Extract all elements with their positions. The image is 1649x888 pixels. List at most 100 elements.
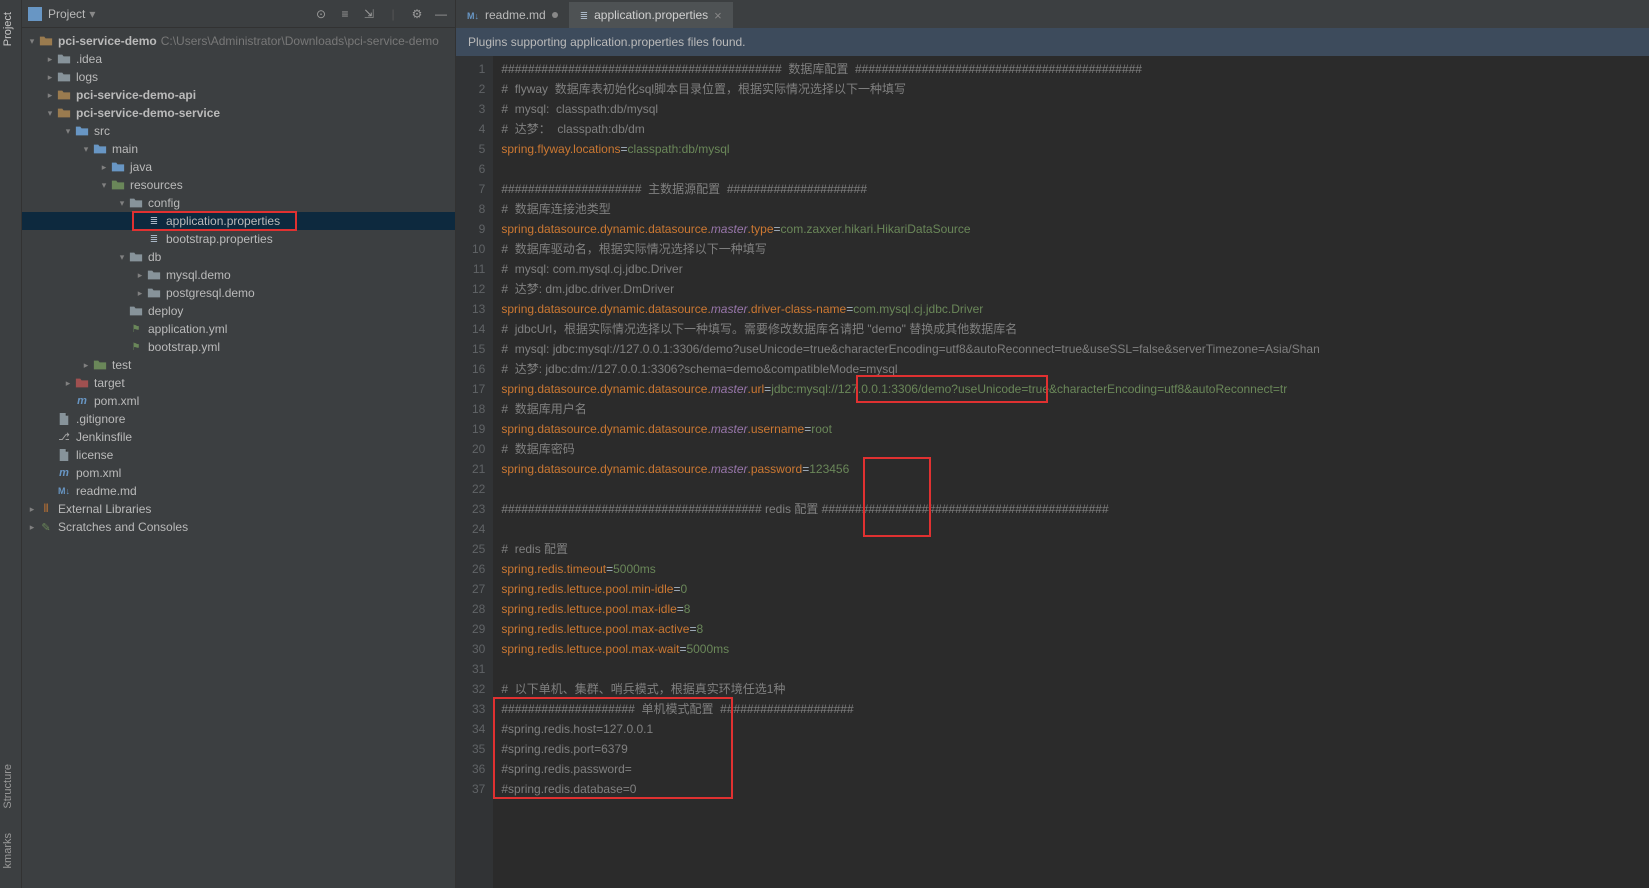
tree-item[interactable]: mpom.xml — [22, 392, 455, 410]
code-line[interactable]: ####################################### … — [501, 499, 1649, 519]
code-line[interactable] — [501, 519, 1649, 539]
code-line[interactable]: # 数据库连接池类型 — [501, 199, 1649, 219]
project-icon — [28, 7, 42, 21]
tree-item[interactable]: ⎇Jenkinsfile — [22, 428, 455, 446]
editor-tab[interactable]: ≣application.properties× — [569, 2, 733, 28]
folder-icon — [56, 52, 72, 66]
folder-icon — [128, 250, 144, 264]
scratch-icon: ✎ — [38, 520, 54, 534]
tree-item[interactable]: ⚑bootstrap.yml — [22, 338, 455, 356]
tree-item[interactable]: ▸pci-service-demo-api — [22, 86, 455, 104]
code-line[interactable] — [501, 159, 1649, 179]
tree-item[interactable]: .gitignore — [22, 410, 455, 428]
tree-item[interactable]: ▸.idea — [22, 50, 455, 68]
code-line[interactable]: spring.datasource.dynamic.datasource.mas… — [501, 419, 1649, 439]
code-line[interactable]: ##################### 主数据源配置 ###########… — [501, 179, 1649, 199]
gear-icon[interactable]: ⚙ — [409, 6, 425, 22]
code-line[interactable]: # 达梦: dm.jdbc.driver.DmDriver — [501, 279, 1649, 299]
tree-root[interactable]: ▾pci-service-demoC:\Users\Administrator\… — [22, 32, 455, 50]
project-tree[interactable]: ▾pci-service-demoC:\Users\Administrator\… — [22, 28, 455, 888]
code-line[interactable]: spring.redis.lettuce.pool.max-wait=5000m… — [501, 639, 1649, 659]
code-line[interactable]: # 数据库用户名 — [501, 399, 1649, 419]
close-icon[interactable]: × — [714, 8, 722, 23]
code-line[interactable]: # mysql: classpath:db/mysql — [501, 99, 1649, 119]
file-icon — [56, 448, 72, 462]
tree-item[interactable]: license — [22, 446, 455, 464]
tree-item[interactable]: ▸target — [22, 374, 455, 392]
code-line[interactable]: # jdbcUrl，根据实际情况选择以下一种填写。需要修改数据库名请把 "dem… — [501, 319, 1649, 339]
tree-item[interactable]: ≣bootstrap.properties — [22, 230, 455, 248]
tree-item[interactable]: ▸test — [22, 356, 455, 374]
code-line[interactable]: # mysql: com.mysql.cj.jdbc.Driver — [501, 259, 1649, 279]
tree-item[interactable]: ▾resources — [22, 176, 455, 194]
rail-tab-bookmarks[interactable]: kmarks — [0, 825, 21, 876]
folder-blue-icon — [74, 124, 90, 138]
tree-item[interactable]: ▾src — [22, 122, 455, 140]
props-icon: ≣ — [146, 214, 162, 228]
code-line[interactable]: #spring.redis.database=0 — [501, 779, 1649, 799]
tree-item[interactable]: ≣application.properties — [22, 212, 455, 230]
tree-item[interactable]: ▾main — [22, 140, 455, 158]
tree-item[interactable]: ▾db — [22, 248, 455, 266]
collapse-all-icon[interactable]: ⇲ — [361, 6, 377, 22]
code-line[interactable]: spring.datasource.dynamic.datasource.mas… — [501, 379, 1649, 399]
tree-item[interactable]: M↓readme.md — [22, 482, 455, 500]
code-line[interactable]: # redis 配置 — [501, 539, 1649, 559]
rail-tab-project[interactable]: Project — [0, 4, 16, 54]
code-lines[interactable]: ########################################… — [493, 56, 1649, 888]
tree-item[interactable]: ⚑application.yml — [22, 320, 455, 338]
code-line[interactable]: #spring.redis.port=6379 — [501, 739, 1649, 759]
code-line[interactable]: # 达梦： classpath:db/dm — [501, 119, 1649, 139]
mvn-icon: m — [56, 466, 72, 480]
code-line[interactable]: spring.redis.lettuce.pool.max-active=8 — [501, 619, 1649, 639]
editor-tab[interactable]: M↓readme.md — [456, 2, 569, 28]
code-line[interactable] — [501, 659, 1649, 679]
code-line[interactable]: # 数据库密码 — [501, 439, 1649, 459]
folder-res-icon — [92, 358, 108, 372]
folder-exc-icon — [74, 376, 90, 390]
tree-item[interactable]: ▸logs — [22, 68, 455, 86]
md-icon: M↓ — [56, 484, 72, 498]
code-line[interactable]: # flyway 数据库表初始化sql脚本目录位置，根据实际情况选择以下一种填写 — [501, 79, 1649, 99]
locate-icon[interactable]: ⊙ — [313, 6, 329, 22]
plugin-banner[interactable]: Plugins supporting application.propertie… — [456, 28, 1649, 56]
tree-item[interactable]: ▸postgresql.demo — [22, 284, 455, 302]
project-title: Project — [48, 7, 85, 21]
code-line[interactable]: # mysql: jdbc:mysql://127.0.0.1:3306/dem… — [501, 339, 1649, 359]
rail-tab-structure[interactable]: Structure — [0, 756, 21, 817]
tree-item[interactable]: mpom.xml — [22, 464, 455, 482]
code-line[interactable]: spring.redis.lettuce.pool.min-idle=0 — [501, 579, 1649, 599]
chevron-down-icon[interactable]: ▾ — [89, 7, 95, 21]
folder-full-icon — [56, 88, 72, 102]
code-line[interactable]: spring.datasource.dynamic.datasource.mas… — [501, 299, 1649, 319]
tree-item[interactable]: ▸java — [22, 158, 455, 176]
code-line[interactable]: spring.datasource.dynamic.datasource.mas… — [501, 459, 1649, 479]
code-line[interactable]: # 达梦: jdbc:dm://127.0.0.1:3306?schema=de… — [501, 359, 1649, 379]
code-line[interactable]: #spring.redis.password= — [501, 759, 1649, 779]
expand-all-icon[interactable]: ≡ — [337, 6, 353, 22]
code-line[interactable]: # 以下单机、集群、哨兵模式，根据真实环境任选1种 — [501, 679, 1649, 699]
props-icon: ≣ — [580, 8, 588, 22]
md-icon: M↓ — [467, 8, 479, 22]
folder-icon — [56, 70, 72, 84]
code-line[interactable]: ########################################… — [501, 59, 1649, 79]
code-line[interactable] — [501, 479, 1649, 499]
tree-item[interactable]: ▾pci-service-demo-service — [22, 104, 455, 122]
tree-item[interactable]: ▸⫴External Libraries — [22, 500, 455, 518]
jenkins-icon: ⎇ — [56, 430, 72, 444]
code-line[interactable]: spring.redis.timeout=5000ms — [501, 559, 1649, 579]
tree-item[interactable]: ▸✎Scratches and Consoles — [22, 518, 455, 536]
tree-item[interactable]: ▸mysql.demo — [22, 266, 455, 284]
code-line[interactable]: spring.flyway.locations=classpath:db/mys… — [501, 139, 1649, 159]
hide-icon[interactable]: — — [433, 6, 449, 22]
code-line[interactable]: # 数据库驱动名，根据实际情况选择以下一种填写 — [501, 239, 1649, 259]
code-editor[interactable]: 1234567891011121314151617181920212223242… — [456, 56, 1649, 888]
tree-item[interactable]: deploy — [22, 302, 455, 320]
folder-blue-icon — [92, 142, 108, 156]
code-line[interactable]: spring.redis.lettuce.pool.max-idle=8 — [501, 599, 1649, 619]
file-icon — [56, 412, 72, 426]
code-line[interactable]: #################### 单机模式配置 ############… — [501, 699, 1649, 719]
tree-item[interactable]: ▾config — [22, 194, 455, 212]
code-line[interactable]: #spring.redis.host=127.0.0.1 — [501, 719, 1649, 739]
code-line[interactable]: spring.datasource.dynamic.datasource.mas… — [501, 219, 1649, 239]
